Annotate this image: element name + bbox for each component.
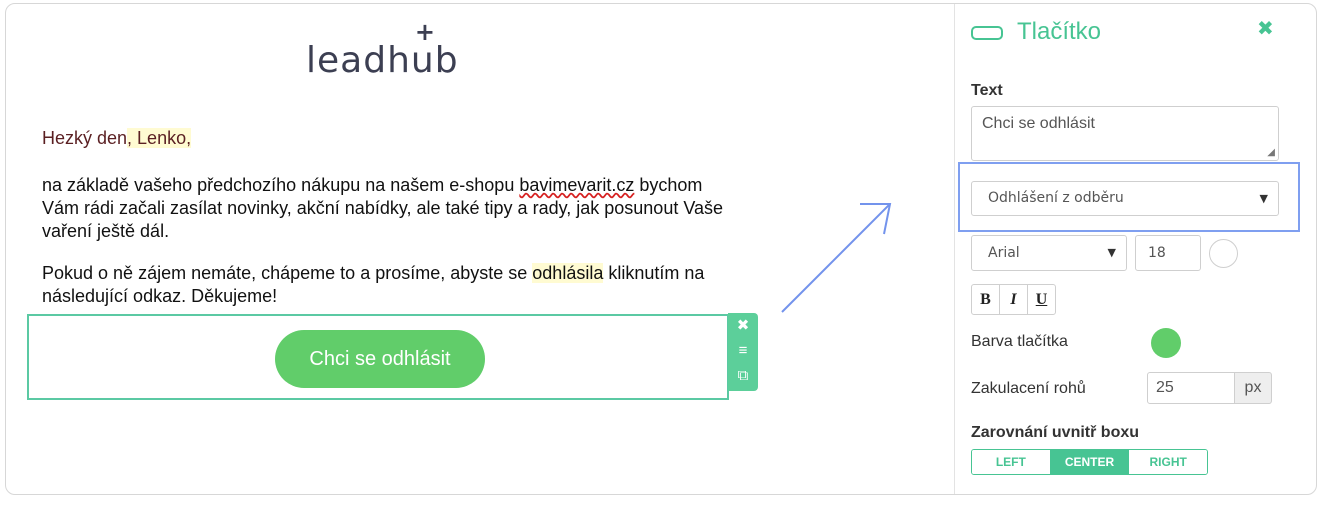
align-right-button[interactable]: RIGHT [1129,450,1207,474]
font-family-select[interactable]: Arial ▼ [971,235,1127,271]
align-left-button[interactable]: LEFT [972,450,1051,474]
greeting-text[interactable]: Hezký den, Lenko, [42,127,732,150]
greeting-start: Hezký den [42,128,128,148]
logo-u-mark: u [411,18,436,81]
alignment-label: Zarovnání uvnitř boxu [971,424,1140,441]
bold-button[interactable]: B [971,284,1000,315]
chevron-down-icon: ▼ [1259,192,1268,205]
text-label: Text [971,82,1003,99]
text-color-swatch[interactable] [1209,239,1238,268]
button-color-label: Barva tlačítka [971,333,1068,350]
paragraph-intro[interactable]: na základě vašeho předchozího nákupu na … [42,174,732,243]
cta-unsubscribe-button[interactable]: Chci se odhlásit [275,330,485,388]
button-shape-icon [971,26,1003,40]
selected-button-block[interactable]: Chci se odhlásit [27,314,729,400]
pointer-arrow-icon [781,203,892,313]
alignment-toggle: LEFT CENTER RIGHT [971,449,1208,475]
block-toolbar: ✖ ≡ ⧉ [728,313,758,391]
duplicate-block-icon[interactable]: ⧉ [728,363,758,388]
paragraph-unsubscribe-text: Pokud o ně zájem nemáte, chápeme to a pr… [42,263,533,283]
remove-block-icon[interactable]: ✖ [728,313,758,338]
action-select[interactable]: Odhlášení z odběru ▼ [971,181,1279,216]
panel-title: Tlačítko [1017,18,1102,45]
shop-link[interactable]: bavimevarit.cz [519,175,634,195]
paragraph-intro-text: na základě vašeho předchozího nákupu na … [42,175,520,195]
italic-button[interactable]: I [999,284,1028,315]
chevron-down-icon: ▼ [1107,246,1116,259]
move-block-icon[interactable]: ≡ [728,338,758,363]
corner-radius-input[interactable]: 25 [1147,372,1235,404]
leadhub-logo: leadhub [306,18,466,81]
close-icon[interactable]: ✖ [1257,16,1274,41]
editor-frame: leadhub Hezký den, Lenko, na základě vaš… [5,3,1317,495]
font-family-value: Arial [988,245,1020,261]
corner-radius-unit: px [1234,372,1272,404]
underline-button[interactable]: U [1027,284,1056,315]
button-text-value: Chci se odhlásit [982,115,1095,132]
button-text-field[interactable]: Chci se odhlásit ◢ [971,106,1279,161]
button-color-swatch[interactable] [1151,328,1181,358]
align-center-button[interactable]: CENTER [1050,450,1130,474]
corner-radius-label: Zakulacení rohů [971,380,1086,397]
font-size-input[interactable]: 18 [1135,235,1201,271]
greeting-name-highlight: , Lenko, [127,128,192,148]
text-format-group: B I U [971,284,1056,315]
action-select-value: Odhlášení z odběru [988,190,1124,206]
paragraph-unsubscribe[interactable]: Pokud o ně zájem nemáte, chápeme to a pr… [42,262,732,308]
button-properties-panel: Tlačítko ✖ Text Chci se odhlásit ◢ Odhlá… [955,4,1316,494]
unsubscribe-highlight: odhlásila [532,263,604,283]
resize-handle-icon[interactable]: ◢ [1267,147,1275,158]
